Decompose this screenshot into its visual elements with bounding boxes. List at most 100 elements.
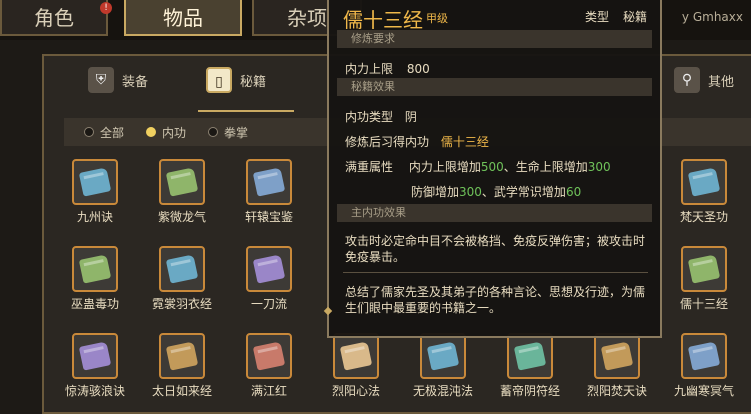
manual-book-icon — [513, 341, 547, 371]
neigong-type-label: 内功类型 — [345, 110, 394, 124]
radio-dot — [84, 127, 94, 137]
book-icon: ▯ — [206, 67, 232, 93]
item-slot[interactable]: 惊涛骇浪诀 — [57, 333, 133, 399]
item-label: 梵天圣功 — [679, 210, 728, 224]
item-slot[interactable]: 蓄帝阴符经 — [492, 333, 568, 399]
manual-book-icon — [687, 167, 721, 197]
attr-value: 300 — [459, 185, 482, 199]
attr-text: 、武学常识增加 — [481, 185, 566, 199]
item-frame — [72, 159, 118, 205]
item-slot[interactable]: 梵天圣功 — [666, 159, 742, 225]
item-label: 惊涛骇浪诀 — [64, 384, 125, 398]
item-frame — [420, 333, 466, 379]
item-label: 轩辕宝鉴 — [244, 210, 293, 224]
item-tooltip: 儒十三经 甲级 类型 秘籍 修炼要求 内力上限 800 秘籍效果 内功类型 阴 … — [323, 0, 662, 338]
item-frame — [681, 246, 727, 292]
item-slot[interactable]: 无极混沌法 — [405, 333, 481, 399]
manual-book-icon — [165, 341, 199, 371]
item-slot[interactable]: 太日如来经 — [144, 333, 220, 399]
item-label: 太日如来经 — [151, 384, 212, 398]
item-frame — [246, 246, 292, 292]
item-slot[interactable]: 九幽寒冥气 — [666, 333, 742, 399]
item-label: 一刀流 — [250, 297, 287, 311]
divider — [343, 272, 648, 273]
item-label: 紫微龙气 — [157, 210, 206, 224]
manual-book-icon — [687, 341, 721, 371]
tab-items-label: 物品 — [163, 6, 203, 30]
category-manuals-label: 秘籍 — [240, 74, 267, 90]
item-slot[interactable]: 烈阳焚天诀 — [579, 333, 655, 399]
category-equipment[interactable]: ⛨ 装备 — [88, 64, 148, 96]
attr-text: 防御增加 — [411, 185, 460, 199]
item-label: 无极混沌法 — [412, 384, 473, 398]
main-effect-header: 主内功效果 — [337, 204, 652, 222]
learned-label: 修炼后习得内功 — [345, 135, 430, 149]
filter-fist[interactable]: 拳掌 — [208, 124, 248, 141]
manual-book-icon — [252, 254, 286, 284]
credit-text: y Gmhaxx — [681, 10, 743, 24]
item-frame — [246, 159, 292, 205]
full-attr-line-2: 防御增加300、武学常识增加60 — [411, 183, 581, 200]
manual-book-icon — [426, 341, 460, 371]
item-frame — [681, 159, 727, 205]
filter-all[interactable]: 全部 — [84, 124, 124, 141]
requirement-header: 修炼要求 — [337, 30, 652, 48]
category-manuals[interactable]: ▯ 秘籍 — [206, 64, 266, 96]
item-slot[interactable]: 轩辕宝鉴 — [231, 159, 307, 225]
item-frame — [507, 333, 553, 379]
item-slot[interactable]: 紫微龙气 — [144, 159, 220, 225]
item-label: 九幽寒冥气 — [673, 384, 734, 398]
item-label: 巫蛊毒功 — [70, 297, 119, 311]
tab-items[interactable]: 物品 — [124, 0, 242, 36]
radio-dot-selected — [146, 127, 157, 137]
attr-value: 300 — [587, 160, 611, 174]
manual-book-icon — [78, 254, 112, 284]
item-frame — [681, 333, 727, 379]
filter-neigong-label: 内功 — [162, 125, 187, 140]
tooltip-type-label: 类型 — [585, 10, 610, 24]
item-slot[interactable]: 烈阳心法 — [318, 333, 394, 399]
radio-dot — [208, 127, 219, 137]
manual-book-icon — [165, 254, 199, 284]
item-label: 九州诀 — [76, 210, 113, 224]
item-frame — [594, 333, 640, 379]
item-slot[interactable]: 满江红 — [231, 333, 307, 399]
item-frame — [72, 246, 118, 292]
item-label: 满江红 — [250, 384, 287, 398]
item-frame — [159, 246, 205, 292]
tooltip-rank: 甲级 — [426, 12, 448, 25]
manual-book-icon — [78, 341, 112, 371]
filter-all-label: 全部 — [100, 125, 125, 140]
item-label: 儒十三经 — [679, 297, 728, 311]
notification-badge: ! — [100, 2, 112, 14]
category-other[interactable]: ⚲ 其他 — [674, 64, 734, 96]
item-slot[interactable]: 一刀流 — [231, 246, 307, 312]
full-attr-label: 满重属性 — [345, 160, 394, 174]
tab-misc-label: 杂项 — [287, 6, 327, 30]
item-frame — [246, 333, 292, 379]
attr-text: 内力上限增加 — [408, 160, 481, 174]
tooltip-title: 儒十三经 — [343, 8, 423, 32]
item-slot[interactable]: 九州诀 — [57, 159, 133, 225]
requirement-line: 内力上限 800 — [345, 60, 430, 77]
manual-book-icon — [78, 167, 112, 197]
learned-value: 儒十三经 — [440, 135, 489, 149]
item-slot[interactable]: 儒十三经 — [666, 246, 742, 312]
tooltip-type-value: 秘籍 — [623, 10, 648, 24]
item-slot[interactable]: 霓裳羽衣经 — [144, 246, 220, 312]
full-attr-line-1: 满重属性 内力上限增加500、生命上限增加300 — [345, 158, 611, 175]
attr-text: 、生命上限增加 — [503, 160, 588, 174]
manual-book-icon — [252, 341, 286, 371]
item-label: 烈阳心法 — [331, 384, 380, 398]
active-category-underline — [198, 110, 294, 112]
tab-character[interactable]: 角色 ! — [0, 0, 112, 36]
neigong-type-value: 阴 — [404, 110, 417, 124]
main-effect-desc: 攻击时必定命中目不会被格挡、免疫反弹伤害；被攻击时免疫暴击。 — [345, 234, 646, 264]
learned-line: 修炼后习得内功 儒十三经 — [345, 133, 489, 150]
category-other-label: 其他 — [708, 74, 735, 90]
neigong-type-line: 内功类型 阴 — [345, 108, 417, 125]
item-slot[interactable]: 巫蛊毒功 — [57, 246, 133, 312]
item-frame — [159, 159, 205, 205]
misc-icon: ⚲ — [674, 67, 700, 93]
filter-neigong[interactable]: 内功 — [146, 124, 186, 141]
